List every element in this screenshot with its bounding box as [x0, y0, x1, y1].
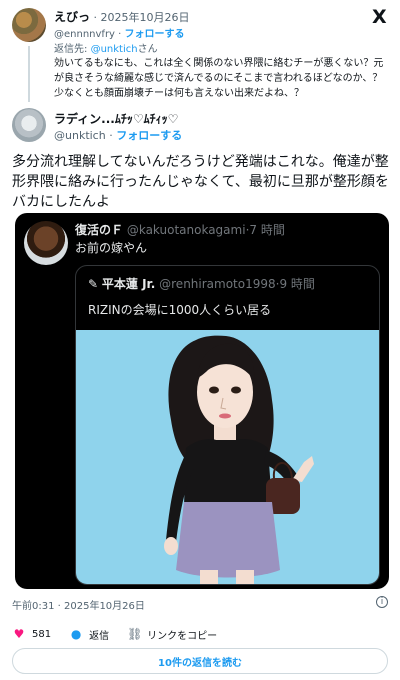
reply-to-suffix: さん [137, 44, 158, 55]
reply-to-handle[interactable]: @unktich [91, 44, 138, 55]
link-icon: ⛓ [127, 627, 143, 641]
main-follow-button[interactable]: フォローする [116, 129, 182, 142]
like-count: 581 [32, 628, 52, 640]
nested-avatar-icon: ✎ [88, 277, 99, 291]
reply-to-line: 返信先: @unktichさん [54, 40, 158, 55]
tweet-timestamp[interactable]: 午前0:31 · 2025年10月26日 [12, 597, 145, 612]
reply-separator: · [93, 11, 98, 24]
like-button[interactable]: ♥ 581 [12, 627, 51, 641]
main-handle[interactable]: @unktich [54, 129, 106, 142]
reply-label: 返信 [89, 630, 110, 642]
quoted-time[interactable]: ·7 時間 [246, 223, 285, 237]
reply-follow-sep: · [118, 29, 122, 40]
reply-follow-button[interactable]: フォローする [125, 29, 185, 40]
reply-to-label: 返信先: [54, 44, 88, 55]
read-replies-button[interactable]: 10件の返信を読む [12, 648, 388, 674]
reply-text: 効いてるもなにも、これは全く関係のない界隈に絡むチーが悪くない？元が良さそうな綺… [54, 58, 384, 99]
x-logo-icon[interactable]: X [372, 6, 387, 28]
reply-button[interactable]: ● 返信 [69, 627, 109, 642]
copy-link-button[interactable]: ⛓ リンクをコピー [127, 627, 217, 642]
nested-quote-card[interactable]: ✎ 平本蓮 Jr. @renhiramoto1998·9 時間 RIZINの会場… [75, 265, 380, 585]
reply-subheader: @ennnnvfry · フォローする [54, 25, 185, 40]
quoted-handle[interactable]: @kakuotanokagami [127, 223, 246, 237]
nested-header: ✎ 平本蓮 Jr. @renhiramoto1998·9 時間 [88, 275, 315, 292]
heart-icon: ♥ [13, 627, 25, 641]
quoted-header: 復活のＦ @kakuotanokagami·7 時間 [75, 221, 285, 238]
info-icon[interactable]: i [376, 596, 388, 608]
copy-link-label: リンクをコピー [147, 630, 218, 642]
quoted-author-avatar[interactable] [24, 221, 68, 265]
woman-illustration-image[interactable] [76, 330, 380, 585]
reply-header: えびっ · 2025年10月26日 [54, 8, 190, 25]
main-author-avatar[interactable] [12, 108, 46, 142]
main-tweet-text: 多分流れ理解してないんだろうけど発端はこれな。俺達が整形界隈に絡みに行ったんじゃ… [12, 154, 389, 210]
quoted-tweet-card[interactable]: 復活のＦ @kakuotanokagami·7 時間 お前の嫁やん ✎ 平本蓮 … [15, 213, 389, 589]
main-subheader: @unktich · フォローする [54, 127, 182, 143]
nested-handle[interactable]: @renhiramoto1998 [159, 277, 276, 291]
reply-display-name[interactable]: えびっ [54, 10, 90, 24]
main-follow-sep: · [109, 129, 113, 142]
reply-bubble-icon: ● [70, 627, 82, 641]
reply-date[interactable]: 2025年10月26日 [101, 11, 190, 24]
reply-handle[interactable]: @ennnnvfry [54, 29, 115, 40]
action-bar: ♥ 581 ● 返信 ⛓ リンクをコピー [12, 626, 235, 642]
nested-text: RIZINの会場に1000人くらい居る [88, 303, 272, 317]
quoted-text: お前の嫁やん [75, 241, 148, 255]
thread-line [28, 46, 30, 102]
nested-time[interactable]: ·9 時間 [276, 277, 315, 291]
main-display-name[interactable]: ラディン...ﾑﾁｯ♡ﾑﾁｨｯ♡ [54, 110, 178, 127]
reply-author-avatar[interactable] [12, 8, 46, 42]
nested-display-name[interactable]: 平本蓮 Jr. [102, 277, 155, 291]
quoted-display-name[interactable]: 復活のＦ [75, 223, 123, 237]
